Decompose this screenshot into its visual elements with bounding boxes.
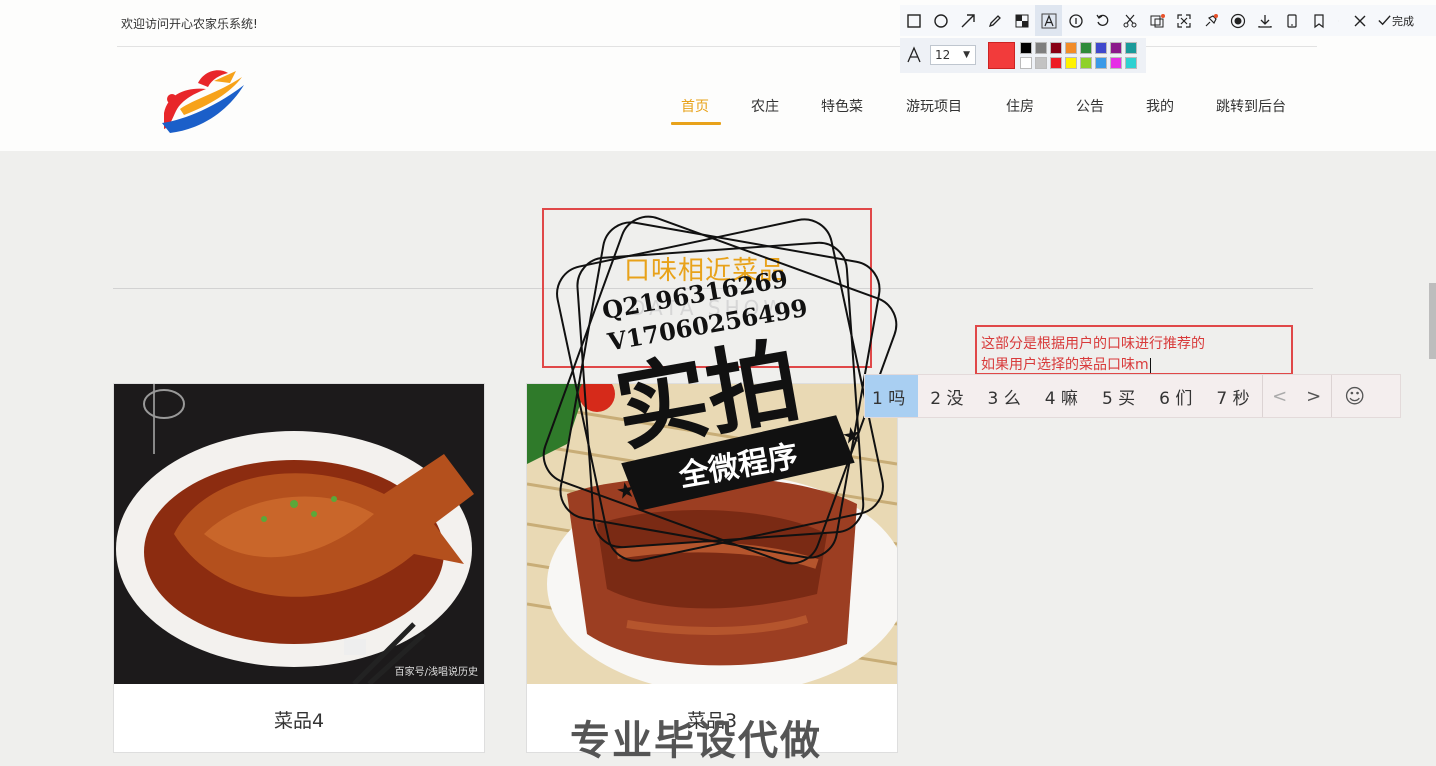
dish-caption[interactable]: 菜品4 [114, 706, 484, 733]
nav-active-underline [671, 122, 721, 125]
palette-color-swatch[interactable] [1050, 57, 1062, 69]
ime-prev-page[interactable]: < [1263, 375, 1297, 417]
font-size-icon [906, 46, 922, 68]
rect-icon[interactable] [900, 5, 927, 36]
welcome-text: 欢迎访问开心农家乐系统! [121, 17, 258, 31]
text-icon[interactable] [1035, 5, 1062, 36]
current-color-swatch[interactable] [988, 42, 1015, 69]
logo-icon [162, 70, 244, 133]
annotation-line-2: 如果用户选择的菜品口味m [981, 357, 1149, 373]
annotation-text[interactable]: 这部分是根据用户的口味进行推荐的 如果用户选择的菜品口味m [981, 334, 1205, 376]
palette-color-swatch[interactable] [1125, 57, 1137, 69]
nav-announcements[interactable]: 公告 [1076, 96, 1104, 116]
promo-watermark: 专业毕设代做 [570, 718, 822, 764]
pin-icon[interactable] [1197, 5, 1224, 36]
scrollbar-thumb[interactable] [1429, 283, 1436, 359]
palette-color-swatch[interactable] [1095, 42, 1107, 54]
palette-color-swatch[interactable] [1095, 57, 1107, 69]
number-icon[interactable] [1062, 5, 1089, 36]
annotation-line-1: 这部分是根据用户的口味进行推荐的 [981, 336, 1205, 352]
nav-farm[interactable]: 农庄 [751, 96, 779, 116]
ime-emoji-button[interactable]: ☺ [1332, 375, 1378, 417]
palette-color-swatch[interactable] [1110, 57, 1122, 69]
ime-candidate[interactable]: 3 么 [975, 375, 1032, 417]
color-palette [1020, 42, 1137, 69]
undo-icon[interactable] [1089, 5, 1116, 36]
dish-image[interactable]: 百家号/浅唱说历史 [114, 384, 484, 684]
record-icon[interactable] [1224, 5, 1251, 36]
dish-card[interactable]: 百家号/浅唱说历史 菜品4 [113, 383, 485, 753]
mosaic-icon[interactable] [1008, 5, 1035, 36]
scissors-icon[interactable] [1116, 5, 1143, 36]
ime-candidate[interactable]: 5 买 [1090, 375, 1147, 417]
text-style-panel: 12 ▼ [900, 38, 1146, 73]
close-icon[interactable] [1346, 5, 1373, 36]
nav-home[interactable]: 首页 [681, 96, 709, 116]
site-logo[interactable] [158, 63, 250, 135]
ime-candidate-bar[interactable]: 1 吗 2 没 3 么 4 嘛 5 买 6 们 7 秒 < > ☺ [864, 374, 1401, 418]
scrollbar-track[interactable] [1428, 151, 1436, 746]
nav-activities[interactable]: 游玩项目 [906, 96, 962, 116]
arrow-icon[interactable] [954, 5, 981, 36]
nav-mine[interactable]: 我的 [1146, 96, 1174, 116]
palette-color-swatch[interactable] [1125, 42, 1137, 54]
check-icon [1378, 15, 1391, 26]
ellipse-icon[interactable] [927, 5, 954, 36]
screenshot-toolbar: 完成 [900, 5, 1436, 36]
palette-color-swatch[interactable] [1080, 42, 1092, 54]
image-credit: 百家号/浅唱说历史 [394, 667, 478, 678]
ime-candidate[interactable]: 1 吗 [865, 375, 919, 417]
palette-color-swatch[interactable] [1020, 42, 1032, 54]
pen-icon[interactable] [981, 5, 1008, 36]
palette-color-swatch[interactable] [1110, 42, 1122, 54]
palette-color-swatch[interactable] [1035, 57, 1047, 69]
chevron-down-icon: ▼ [963, 50, 970, 60]
palette-color-swatch[interactable] [1065, 42, 1077, 54]
nav-specialty-dishes[interactable]: 特色菜 [821, 96, 863, 116]
font-size-value: 12 [935, 48, 951, 62]
ime-candidate[interactable]: 4 嘛 [1033, 375, 1090, 417]
expand-icon[interactable] [1170, 5, 1197, 36]
ime-candidate[interactable]: 2 没 [918, 375, 975, 417]
nav-lodging[interactable]: 住房 [1006, 96, 1034, 116]
text-caret [1149, 357, 1151, 373]
nav-admin[interactable]: 跳转到后台 [1216, 96, 1286, 116]
ime-candidate[interactable]: 6 们 [1147, 375, 1204, 417]
download-icon[interactable] [1251, 5, 1278, 36]
palette-color-swatch[interactable] [1050, 42, 1062, 54]
ocr-icon[interactable] [1143, 5, 1170, 36]
done-button[interactable]: 完成 [1377, 13, 1414, 29]
bookmark-icon[interactable] [1305, 5, 1332, 36]
toolbar-divider [1332, 5, 1346, 36]
palette-color-swatch[interactable] [1035, 42, 1047, 54]
ime-next-page[interactable]: > [1297, 375, 1331, 417]
ime-candidate[interactable]: 7 秒 [1204, 375, 1261, 417]
phone-icon[interactable] [1278, 5, 1305, 36]
palette-color-swatch[interactable] [1065, 57, 1077, 69]
font-size-select[interactable]: 12 ▼ [930, 45, 976, 65]
stamp-watermark: Q2196316269 V17060256499 实拍 全微程序 ★ ★ [540, 210, 900, 570]
done-label: 完成 [1392, 14, 1414, 28]
palette-color-swatch[interactable] [1020, 57, 1032, 69]
palette-color-swatch[interactable] [1080, 57, 1092, 69]
